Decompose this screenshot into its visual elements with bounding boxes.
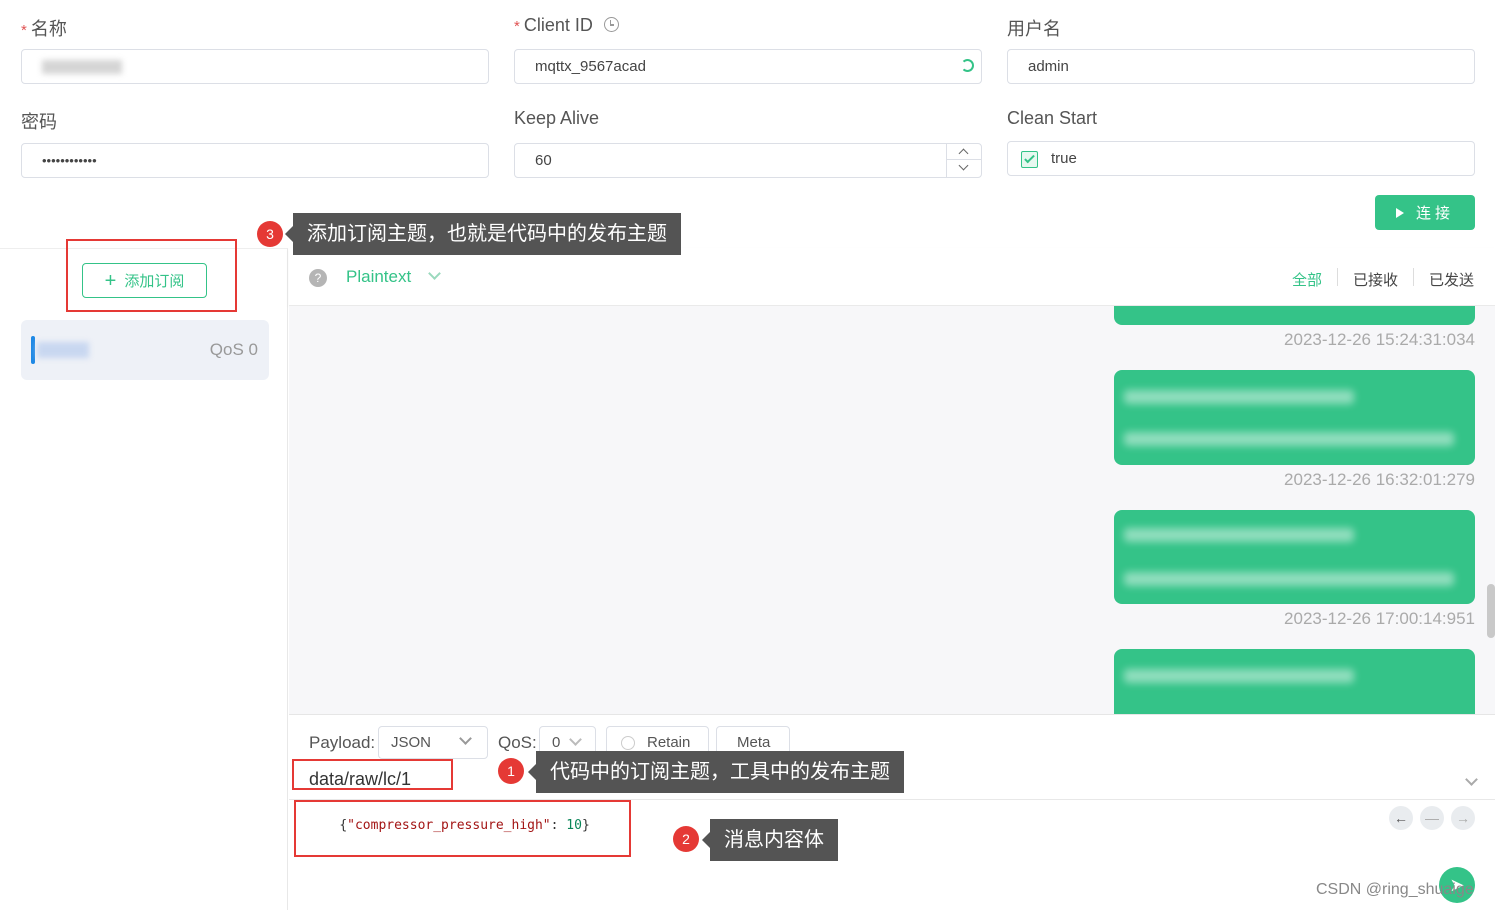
message-bubble[interactable] xyxy=(1114,510,1475,604)
message-timestamp: 2023-12-26 15:24:31:034 xyxy=(1284,330,1475,349)
keep-alive-value: 60 xyxy=(535,152,552,169)
scrollbar-thumb[interactable] xyxy=(1487,584,1495,638)
clean-start-field[interactable]: true xyxy=(1007,141,1475,176)
divider xyxy=(1413,268,1414,286)
keep-alive-label: Keep Alive xyxy=(514,108,600,128)
password-label: 密码 xyxy=(21,112,57,132)
history-forward-icon[interactable]: → xyxy=(1451,806,1475,830)
annotation-box-subscribe xyxy=(66,239,237,312)
connect-button[interactable]: 连接 xyxy=(1375,195,1475,230)
client-id-label: * Client ID xyxy=(514,15,619,36)
keep-alive-input[interactable]: 60 xyxy=(514,143,982,178)
message-list[interactable]: 2023-12-26 15:24:31:034 2023-12-26 16:32… xyxy=(289,306,1495,714)
client-id-value: mqttx_9567acad xyxy=(535,58,646,75)
help-icon[interactable]: ? xyxy=(309,269,327,287)
checkbox-checked-icon[interactable] xyxy=(1021,151,1038,168)
subscription-qos: QoS 0 xyxy=(209,340,258,359)
redacted-text xyxy=(1124,432,1454,446)
annotation-badge-1: 1 xyxy=(498,758,524,784)
password-input[interactable]: •••••••••••• xyxy=(21,143,489,178)
annotation-box-payload xyxy=(294,800,631,857)
message-timestamp: 2023-12-26 16:32:01:279 xyxy=(1284,470,1475,489)
chevron-down-icon xyxy=(459,732,472,745)
annotation-tooltip-1: 代码中的订阅主题，工具中的发布主题 xyxy=(528,751,904,793)
clean-start-label: Clean Start xyxy=(1007,108,1098,128)
message-bubble[interactable] xyxy=(1114,370,1475,465)
password-value: •••••••••••• xyxy=(42,153,97,168)
history-clear-icon[interactable]: — xyxy=(1420,806,1444,830)
filter-all-tab[interactable]: 全部 xyxy=(1292,269,1322,290)
redacted-text xyxy=(1124,528,1354,542)
payload-type-value: JSON xyxy=(391,734,432,751)
chevron-down-icon xyxy=(428,267,441,280)
message-toolbar: ? Plaintext 全部 已接收 已发送 xyxy=(289,248,1495,306)
annotation-badge-2: 2 xyxy=(673,826,699,852)
name-input[interactable] xyxy=(21,49,489,84)
annotation-badge-3: 3 xyxy=(257,221,283,247)
play-icon xyxy=(1395,207,1404,218)
meta-label: Meta xyxy=(737,734,771,751)
chevron-down-icon[interactable] xyxy=(1465,773,1478,786)
annotation-box-topic xyxy=(292,759,453,790)
watermark: CSDN @ring_shuaige xyxy=(1316,881,1474,898)
client-id-input[interactable]: mqttx_9567acad xyxy=(514,49,982,84)
history-back-icon[interactable]: ← xyxy=(1389,806,1413,830)
subscription-item[interactable]: QoS 0 xyxy=(21,320,269,380)
redacted-name xyxy=(42,60,122,74)
payload-format-select[interactable]: Plaintext xyxy=(346,267,441,287)
divider xyxy=(1337,268,1338,286)
payload-type-select[interactable]: JSON xyxy=(378,726,488,759)
redacted-text xyxy=(1124,669,1354,683)
annotation-tooltip-3: 添加订阅主题，也就是代码中的发布主题 xyxy=(285,213,681,255)
message-bubble[interactable] xyxy=(1114,306,1475,325)
increment-icon[interactable] xyxy=(947,144,981,160)
filter-received-tab[interactable]: 已接收 xyxy=(1353,269,1398,290)
redacted-text xyxy=(1124,390,1354,404)
chevron-down-icon xyxy=(569,733,582,746)
message-bubble[interactable] xyxy=(1114,649,1475,714)
message-timestamp: 2023-12-26 17:00:14:951 xyxy=(1284,609,1475,628)
payload-format-value: Plaintext xyxy=(346,267,412,286)
name-label: * 名称 xyxy=(21,19,67,39)
connect-label: 连接 xyxy=(1415,205,1454,222)
clean-start-value: true xyxy=(1051,150,1077,167)
redacted-topic xyxy=(37,342,89,358)
clock-icon xyxy=(603,17,619,32)
filter-sent-tab[interactable]: 已发送 xyxy=(1429,269,1474,290)
subscription-color-bar xyxy=(31,336,35,364)
radio-icon xyxy=(621,735,635,750)
keep-alive-stepper[interactable] xyxy=(946,144,981,177)
annotation-tooltip-2: 消息内容体 xyxy=(702,819,838,861)
username-label: 用户名 xyxy=(1007,19,1061,39)
decrement-icon[interactable] xyxy=(947,160,981,177)
qos-label: QoS: xyxy=(498,733,537,752)
username-input[interactable]: admin xyxy=(1007,49,1475,84)
qos-value: 0 xyxy=(552,734,561,751)
refresh-icon[interactable] xyxy=(961,59,974,72)
payload-label: Payload: xyxy=(309,733,376,752)
username-value: admin xyxy=(1028,58,1069,75)
redacted-text xyxy=(1124,572,1454,586)
retain-label: Retain xyxy=(647,734,691,751)
